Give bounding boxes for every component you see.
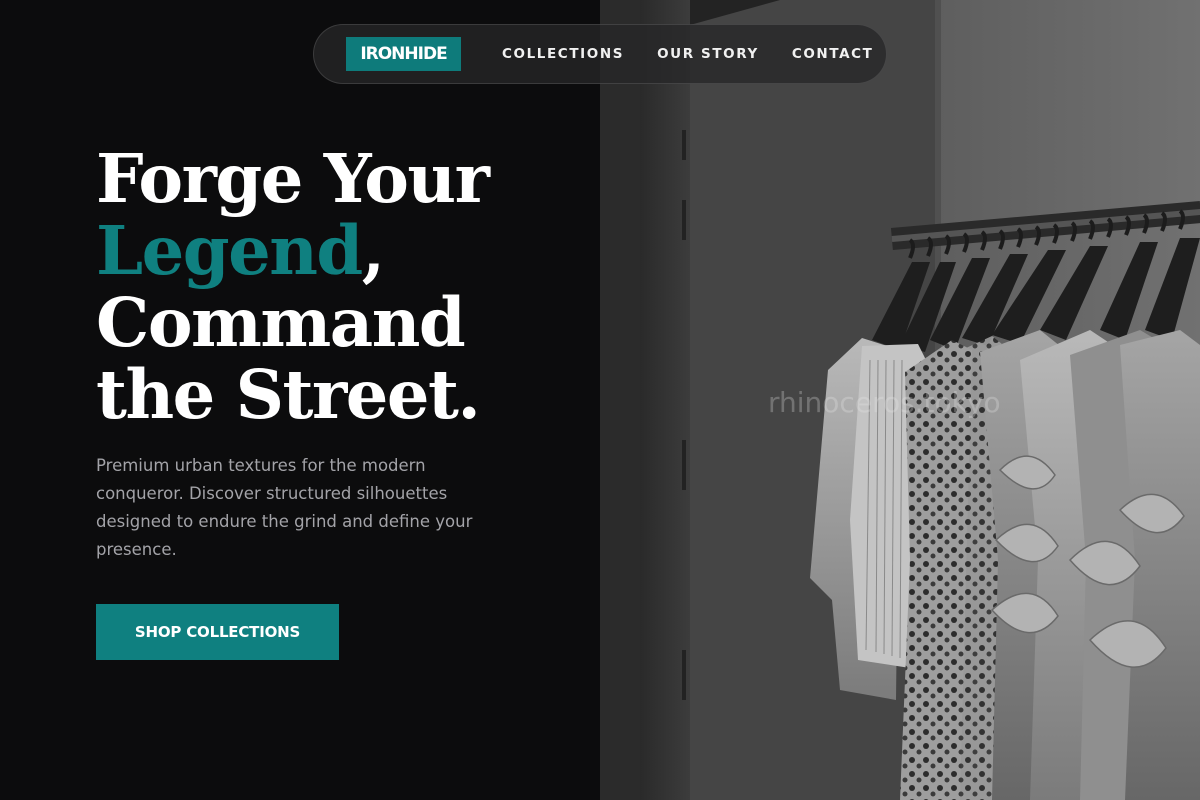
top-navigation: IRONHIDE COLLECTIONS OUR STORY CONTACT (313, 24, 887, 84)
hero-subtitle: Premium urban textures for the modern co… (96, 456, 473, 559)
hero-panel: Forge Your Legend, Command the Street. P… (0, 0, 600, 800)
hero-photo: rhinoceros.tokyo (600, 0, 1200, 800)
brand-logo[interactable]: IRONHIDE (346, 37, 461, 71)
headline-line-1: Forge Your (96, 139, 490, 218)
headline-line-4: the Street. (96, 355, 481, 434)
photo-watermark: rhinoceros.tokyo (768, 386, 1001, 419)
nav-link-our-story[interactable]: OUR STORY (657, 46, 759, 62)
headline-line-3: Command (96, 283, 466, 362)
headline-line-2: Legend, (96, 215, 576, 287)
headline-accent-word: Legend (96, 211, 363, 290)
shop-collections-button[interactable]: SHOP COLLECTIONS (96, 604, 339, 660)
nav-link-contact[interactable]: CONTACT (792, 46, 874, 62)
hero-headline: Forge Your Legend, Command the Street. (96, 143, 576, 431)
nav-link-collections[interactable]: COLLECTIONS (502, 46, 624, 62)
nav-links: COLLECTIONS OUR STORY CONTACT (502, 46, 873, 62)
headline-accent-suffix: , (361, 211, 385, 290)
